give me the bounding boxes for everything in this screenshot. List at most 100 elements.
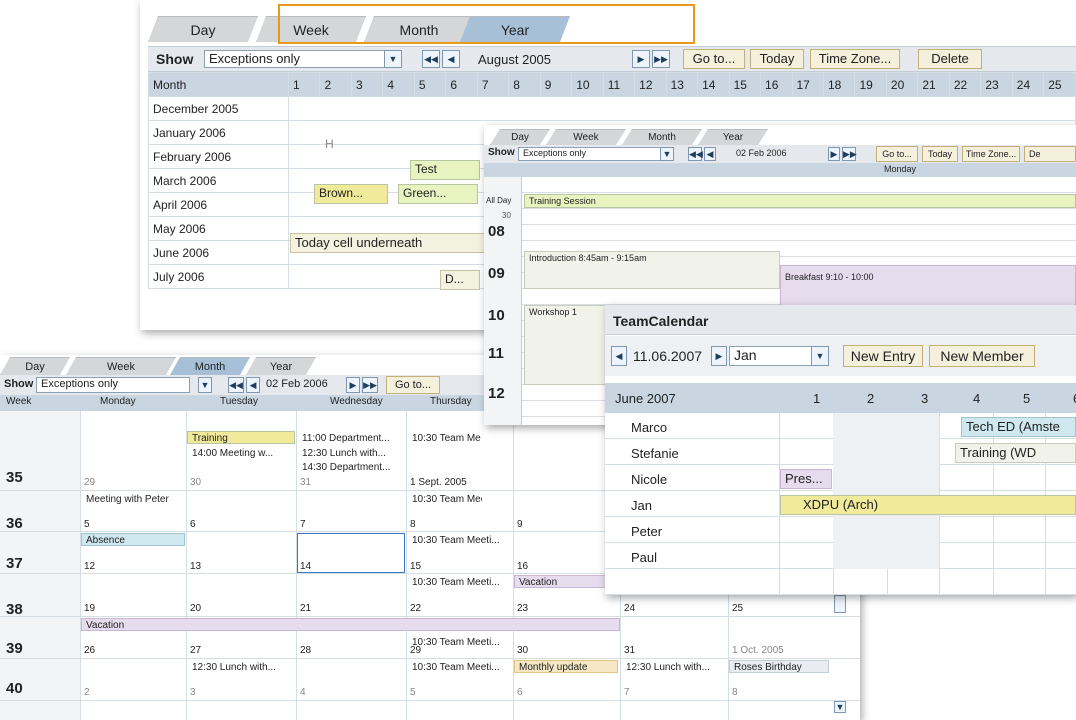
delete-button[interactable]: Delete [918,49,982,69]
tab-highlight-frame [278,4,695,44]
tab-day[interactable]: Day [0,357,70,375]
tab-year[interactable]: Year [698,129,768,145]
day-header: 10 [571,72,604,97]
show-label: Show [488,147,515,158]
day-number: 27 [190,645,202,656]
month-row-label: January 2006 [148,120,289,145]
team-event[interactable]: Pres... [780,469,832,489]
day-number: 6 [190,519,196,530]
goto-button[interactable]: Go to... [876,146,918,162]
month-event[interactable]: 12:30 Lunch with... [187,660,295,673]
month-event[interactable]: 12:30 Lunch with... [621,660,727,673]
allday-event[interactable]: Training Session [524,194,1076,208]
day-number: 5 [84,519,90,530]
tab-day[interactable]: Day [490,129,550,145]
next-icon[interactable]: ▶ [828,147,840,161]
team-event[interactable]: XDPU (Arch) [780,495,1076,515]
month-event[interactable]: Roses Birthday [729,660,829,673]
year-event[interactable]: Test [410,160,480,180]
day-header-row: Monday [484,163,1076,177]
month-event[interactable]: Absence [81,533,185,546]
year-row-cells[interactable] [288,96,1076,121]
tab-day[interactable]: Day [148,16,258,42]
last-page-icon[interactable]: ▶▶ [652,50,670,68]
month-event[interactable]: 10:30 Team Meeti... [407,635,513,648]
month-event[interactable]: 10:30 Team Meeti... [407,660,513,673]
member-dropdown-icon[interactable]: ▼ [811,346,829,366]
today-note[interactable]: Today cell underneath [290,233,490,253]
next-icon[interactable]: ▶ [346,377,360,393]
day-number: 26 [84,645,96,656]
next-icon[interactable]: ▶ [711,346,727,366]
previous-icon[interactable]: ◀ [611,346,627,366]
first-page-icon[interactable]: ◀◀ [228,377,244,393]
show-filter-select[interactable]: Exceptions only [204,50,392,68]
month-event[interactable]: 11:00 Department... [297,431,405,444]
filter-dropdown-icon[interactable]: ▼ [660,147,674,161]
previous-icon[interactable]: ◀ [442,50,460,68]
month-event[interactable]: Monthly update [514,660,618,673]
delete-button[interactable]: De [1024,146,1076,162]
today-button[interactable]: Today [922,146,958,162]
tab-week[interactable]: Week [546,129,626,145]
day-view-toolbar: Show Exceptions only ▼ ◀◀ ◀ 02 Feb 2006 … [484,145,1076,163]
tab-year[interactable]: Year [246,357,316,375]
year-event[interactable]: Brown... [314,184,388,204]
month-event[interactable]: 14:30 Department... [297,460,405,473]
month-event[interactable]: 10:30 Team Meeti... [407,492,483,505]
first-page-icon[interactable]: ◀◀ [688,147,703,161]
new-entry-button[interactable]: New Entry [843,345,923,367]
new-member-button[interactable]: New Member [929,345,1035,367]
month-event[interactable]: Vacation [81,618,620,631]
tab-week[interactable]: Week [66,357,176,375]
day-event[interactable]: Breakfast 9:10 - 10:00 [780,265,1076,309]
previous-icon[interactable]: ◀ [246,377,260,393]
month-event[interactable]: Meeting with Peter [81,492,185,505]
previous-icon[interactable]: ◀ [704,147,716,161]
month-event[interactable]: Training [187,431,295,444]
holiday-marker[interactable]: H [320,135,348,155]
filter-dropdown-icon[interactable]: ▼ [198,377,212,393]
month-event[interactable]: 10:30 Team Me [407,431,483,444]
team-event[interactable]: Tech ED (Amste [961,417,1076,437]
day-header: 15 [728,72,762,97]
tab-month[interactable]: Month [622,129,702,145]
day-event[interactable]: Workshop 1 [524,305,614,385]
month-event[interactable]: 12:30 Lunch with... [297,446,405,459]
show-label: Show [4,378,34,390]
goto-button[interactable]: Go to... [683,49,745,69]
today-button[interactable]: Today [750,49,804,69]
first-page-icon[interactable]: ◀◀ [422,50,440,68]
team-event[interactable]: Training (WD [955,443,1076,463]
day-number: 8 [732,687,738,698]
show-filter-select[interactable]: Exceptions only [36,377,190,393]
team-header-row: June 2007 1 2 3 4 5 6 [605,383,1076,413]
timezone-button[interactable]: Time Zone... [810,49,900,69]
show-filter-select[interactable]: Exceptions only [518,147,668,161]
row-divider [0,616,860,617]
day-number: 20 [190,603,202,614]
next-icon[interactable]: ▶ [632,50,650,68]
row-divider [0,658,860,659]
day-header: 4 [973,391,981,406]
day-header: 3 [921,391,929,406]
month-event[interactable]: 10:30 Team Meeti... [407,575,513,588]
today-cell[interactable] [297,533,405,573]
weekday-header: Monday [884,164,917,174]
goto-button[interactable]: Go to... [386,376,440,394]
month-event[interactable]: 14:00 Meeting w... [187,446,295,459]
day-event[interactable]: Introduction 8:45am - 9:15am [524,251,780,289]
filter-dropdown-icon[interactable]: ▼ [384,50,402,68]
year-event[interactable]: D... [440,270,480,290]
scroll-down-icon[interactable]: ▼ [834,701,846,713]
month-event[interactable]: Vacation [514,575,614,588]
year-event[interactable]: Green... [398,184,478,204]
scrollbar-thumb[interactable] [834,595,846,613]
weekend-column [887,413,939,569]
last-page-icon[interactable]: ▶▶ [362,377,378,393]
member-name: Nicole [631,472,668,487]
month-event[interactable]: 10:30 Team Meeti... [407,533,513,546]
last-page-icon[interactable]: ▶▶ [842,147,857,161]
timezone-button[interactable]: Time Zone... [962,146,1020,162]
tab-month[interactable]: Month [170,357,250,375]
